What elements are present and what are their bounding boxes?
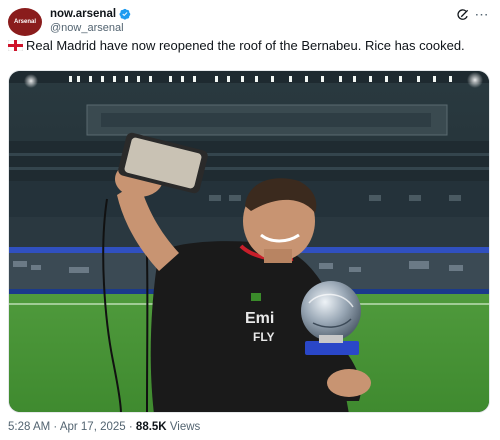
tweet-meta: 5:28 AM · Apr 17, 2025 · 88.5K Views <box>8 421 200 433</box>
svg-text:FLY: FLY <box>253 330 275 344</box>
views-count: 88.5K <box>135 421 167 433</box>
meta-separator: · <box>53 421 58 433</box>
trophy <box>301 281 361 355</box>
tweet-body: Real Madrid have now reopened the roof o… <box>26 38 465 53</box>
avatar[interactable]: Arsenal <box>8 8 42 36</box>
tweet-date[interactable]: Apr 17, 2025 <box>60 421 126 433</box>
handle[interactable]: @now_arsenal <box>50 21 131 35</box>
grok-icon[interactable] <box>456 8 470 22</box>
author-names: now.arsenal @now_arsenal <box>50 6 131 35</box>
display-name[interactable]: now.arsenal <box>50 8 116 20</box>
meta-separator-2: · <box>128 421 133 433</box>
svg-text:Emi: Emi <box>245 310 274 327</box>
tweet-photo[interactable]: Emi FLY <box>8 70 490 413</box>
display-name-row: now.arsenal <box>50 6 131 21</box>
avatar-label: Arsenal <box>13 19 36 25</box>
england-flag-emoji <box>8 40 23 51</box>
tweet-header: Arsenal now.arsenal @now_arsenal ⋯ <box>8 6 492 36</box>
tweet-time[interactable]: 5:28 AM <box>8 421 50 433</box>
views-label: Views <box>169 421 201 433</box>
photo-image: Emi FLY <box>9 71 489 412</box>
tweet-text: Real Madrid have now reopened the roof o… <box>8 38 484 54</box>
verified-badge-icon <box>119 8 131 20</box>
more-options-icon[interactable]: ⋯ <box>474 6 490 22</box>
